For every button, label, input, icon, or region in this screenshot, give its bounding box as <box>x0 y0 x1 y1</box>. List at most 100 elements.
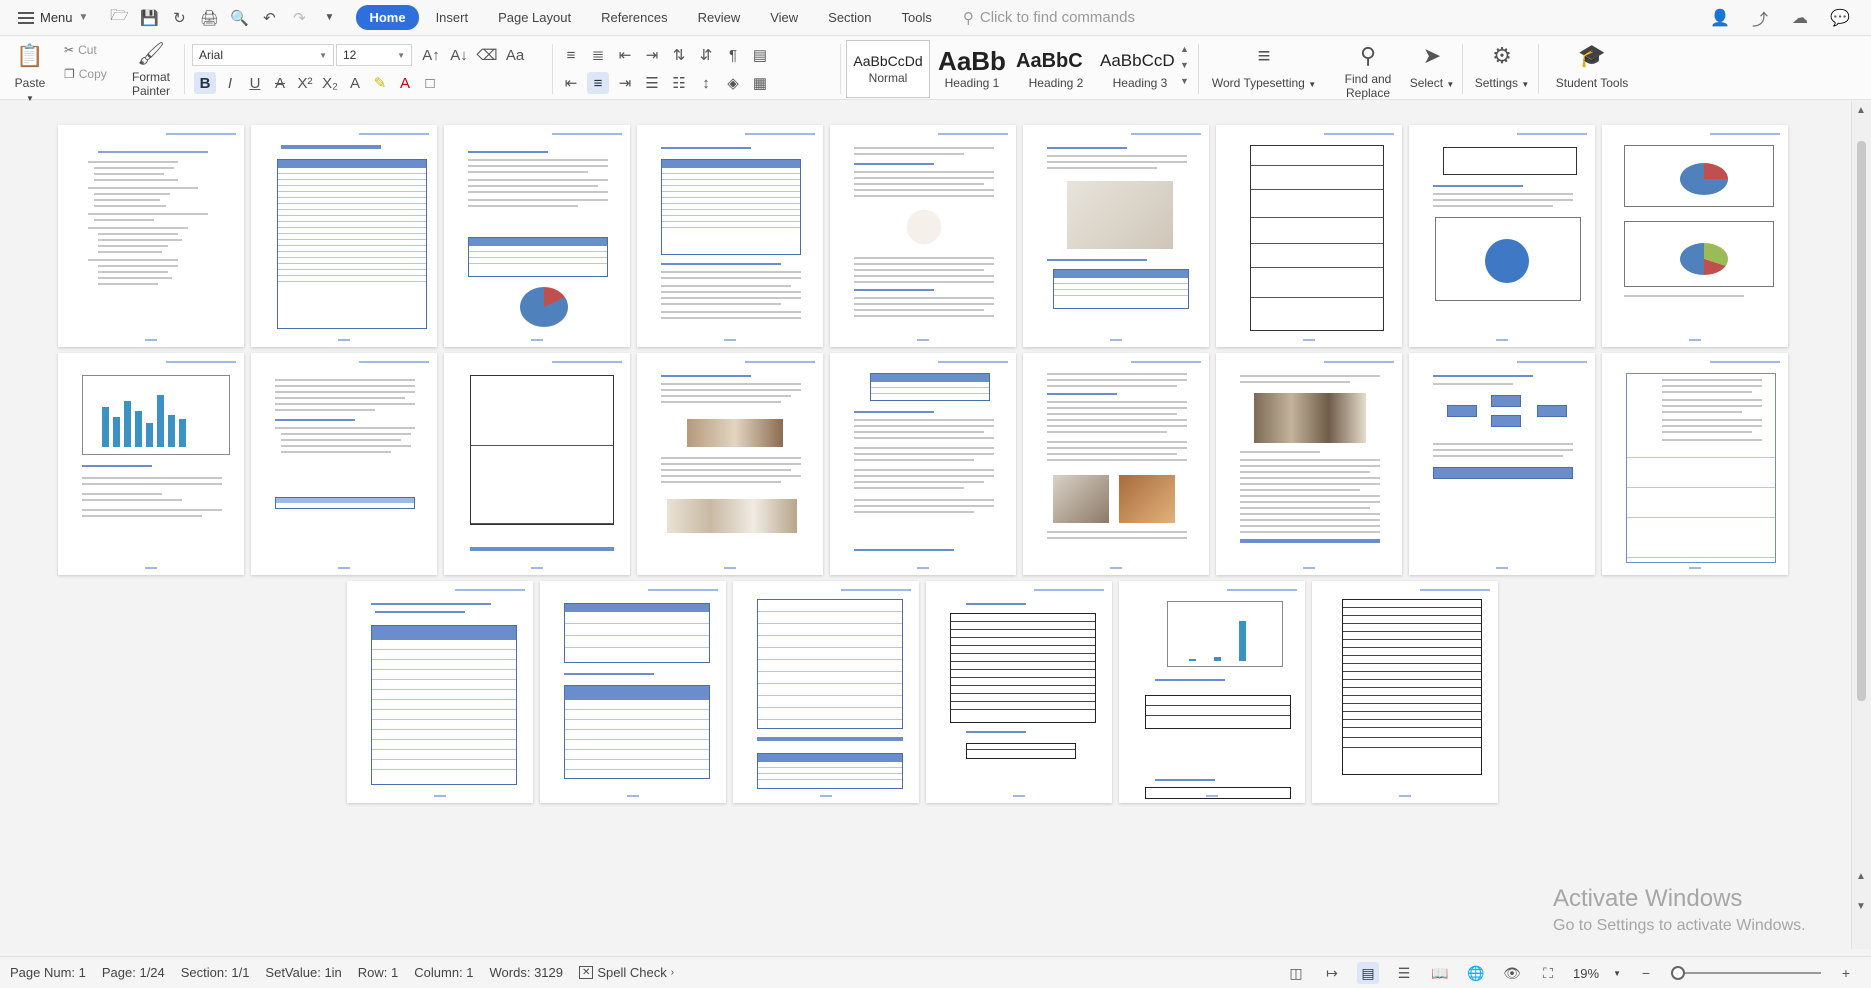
document-page[interactable] <box>637 353 823 575</box>
text-effect-icon[interactable]: A <box>344 72 366 94</box>
format-painter-button[interactable]: 🖌 Format Painter <box>124 38 178 98</box>
tab-review[interactable]: Review <box>685 5 754 30</box>
superscript-icon[interactable]: X² <box>294 72 316 94</box>
tab-insert[interactable]: Insert <box>423 5 482 30</box>
decrease-indent-icon[interactable]: ⇤ <box>614 44 636 66</box>
add-user-icon[interactable]: 👤 <box>1707 5 1733 31</box>
styles-scroll[interactable]: ▲ ▼ ▼ <box>1180 44 1189 86</box>
print-preview-icon[interactable]: 🔍 <box>226 5 252 31</box>
status-page[interactable]: Page: 1/24 <box>102 965 165 980</box>
zoom-slider[interactable] <box>1671 966 1821 980</box>
document-page[interactable] <box>58 125 244 347</box>
web-view-icon[interactable]: 🌐 <box>1465 962 1487 984</box>
highlight-icon[interactable]: ✎ <box>369 72 391 94</box>
document-page[interactable] <box>251 353 437 575</box>
style-heading-3[interactable]: AaBbCcD Heading 3 <box>1098 40 1182 98</box>
font-color-icon[interactable]: A <box>394 72 416 94</box>
table-tools-icon[interactable]: ▤ <box>749 44 771 66</box>
shading-icon[interactable]: ◈ <box>722 72 744 94</box>
shrink-font-icon[interactable]: A↓ <box>448 44 470 66</box>
align-right-icon[interactable]: ⇥ <box>614 72 636 94</box>
cloud-sync-icon[interactable]: ☁ <box>1787 5 1813 31</box>
comment-icon[interactable]: 💬 <box>1827 5 1853 31</box>
document-page[interactable] <box>251 125 437 347</box>
grow-font-icon[interactable]: A↑ <box>420 44 442 66</box>
document-page[interactable] <box>444 353 630 575</box>
distributed-icon[interactable]: ☷ <box>668 72 690 94</box>
document-page[interactable] <box>733 581 919 803</box>
print-icon[interactable]: 🖨 <box>196 5 222 31</box>
sort-icon[interactable]: ⇵ <box>695 44 717 66</box>
document-page[interactable] <box>58 353 244 575</box>
document-page[interactable] <box>1409 125 1595 347</box>
student-tools-button[interactable]: 🎓 Student Tools <box>1546 40 1638 90</box>
tab-tools[interactable]: Tools <box>889 5 945 30</box>
settings-button[interactable]: ⚙ Settings ▼ <box>1470 40 1534 90</box>
zoom-in-icon[interactable]: + <box>1835 962 1857 984</box>
zoom-out-icon[interactable]: − <box>1635 962 1657 984</box>
customize-dropdown-icon[interactable]: ▼ <box>316 5 342 31</box>
document-page[interactable] <box>830 125 1016 347</box>
paste-button[interactable]: 📋 Paste ▼ <box>10 40 50 104</box>
redo-icon[interactable]: ↷ <box>286 5 312 31</box>
font-name-select[interactable]: Arial ▼ <box>192 44 334 66</box>
tab-home[interactable]: Home <box>356 5 419 30</box>
share-icon[interactable]: ⤴ <box>1747 5 1773 31</box>
find-replace-button[interactable]: ⚲ Find and Replace <box>1336 40 1400 100</box>
zoom-slider-knob[interactable] <box>1671 966 1685 980</box>
increase-indent-icon[interactable]: ⇥ <box>641 44 663 66</box>
italic-icon[interactable]: I <box>219 72 241 94</box>
document-page[interactable] <box>1023 353 1209 575</box>
subscript-icon[interactable]: X₂ <box>319 72 341 94</box>
scroll-up-icon[interactable]: ▲ <box>1856 871 1866 882</box>
scroll-up-icon[interactable]: ▲ <box>1856 105 1866 116</box>
align-center-icon[interactable]: ≡ <box>587 72 609 94</box>
fit-page-icon[interactable]: ⛶ <box>1537 962 1559 984</box>
reading-view-icon[interactable]: 📖 <box>1429 962 1451 984</box>
doc-export-icon[interactable]: ↦ <box>1321 962 1343 984</box>
status-page-num[interactable]: Page Num: 1 <box>10 965 86 980</box>
document-page[interactable] <box>1119 581 1305 803</box>
clear-format-icon[interactable]: ⌫ <box>476 44 498 66</box>
document-page[interactable] <box>830 353 1016 575</box>
document-page[interactable] <box>637 125 823 347</box>
bold-icon[interactable]: B <box>194 72 216 94</box>
select-button[interactable]: ➤ Select ▼ <box>1404 40 1460 90</box>
word-typesetting-button[interactable]: ≡ Word Typesetting ▼ <box>1206 40 1322 90</box>
command-search[interactable]: ⚲ Click to find commands <box>963 9 1135 27</box>
borders-icon[interactable]: ▦ <box>749 72 771 94</box>
protect-icon[interactable]: ◫ <box>1285 962 1307 984</box>
eye-protection-icon[interactable]: 👁 <box>1501 962 1523 984</box>
status-row[interactable]: Row: 1 <box>358 965 398 980</box>
status-column[interactable]: Column: 1 <box>414 965 473 980</box>
export-icon[interactable]: ↻ <box>166 5 192 31</box>
document-page[interactable] <box>444 125 630 347</box>
document-page[interactable] <box>926 581 1112 803</box>
document-page[interactable] <box>1602 353 1788 575</box>
document-page[interactable] <box>1409 353 1595 575</box>
status-setvalue[interactable]: SetValue: 1in <box>265 965 341 980</box>
document-page[interactable] <box>1312 581 1498 803</box>
bullets-icon[interactable]: ≡ <box>560 44 582 66</box>
paragraph-mark-icon[interactable]: ¶ <box>722 44 744 66</box>
line-spacing-icon[interactable]: ↕ <box>695 72 717 94</box>
tab-page-layout[interactable]: Page Layout <box>485 5 584 30</box>
spell-check-button[interactable]: ✕ Spell Check › <box>578 965 674 980</box>
font-size-select[interactable]: 12 ▼ <box>336 44 412 66</box>
page-view-icon[interactable]: ▤ <box>1357 962 1380 984</box>
document-page[interactable] <box>1216 125 1402 347</box>
status-words[interactable]: Words: 3129 <box>490 965 563 980</box>
document-canvas[interactable] <box>0 101 1851 949</box>
undo-icon[interactable]: ↶ <box>256 5 282 31</box>
copy-button[interactable]: ❐ Copy <box>64 67 107 81</box>
tab-section[interactable]: Section <box>815 5 884 30</box>
document-page[interactable] <box>1216 353 1402 575</box>
open-folder-icon[interactable]: 🗁 <box>106 5 132 31</box>
save-icon[interactable]: 💾 <box>136 5 162 31</box>
style-normal[interactable]: AaBbCcDd Normal <box>846 40 930 98</box>
zoom-level[interactable]: 19% <box>1573 966 1599 981</box>
document-page[interactable] <box>1023 125 1209 347</box>
change-case-icon[interactable]: Aa <box>504 44 526 66</box>
style-heading-1[interactable]: AaBb Heading 1 <box>930 40 1014 98</box>
status-section[interactable]: Section: 1/1 <box>181 965 250 980</box>
